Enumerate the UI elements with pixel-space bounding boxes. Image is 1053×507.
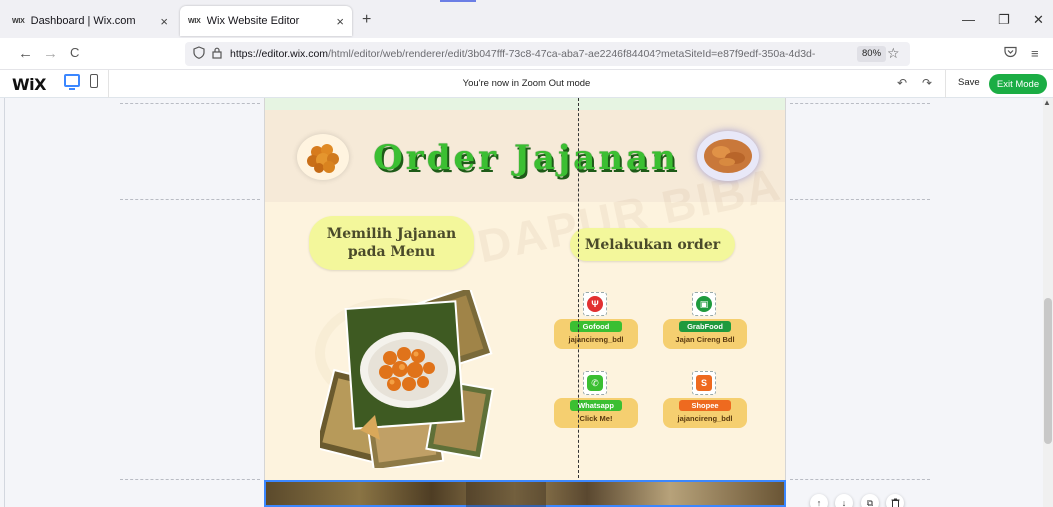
center-alignment-guide — [578, 98, 579, 478]
move-down-button[interactable]: ↓ — [835, 494, 853, 507]
food-photo-collage[interactable] — [320, 290, 495, 468]
tab-drag-indicator — [440, 0, 476, 2]
step-pill-place-order[interactable]: Melakukan order — [570, 228, 735, 261]
order-service-label: GrabFood — [679, 321, 731, 332]
order-service-label: Shopee — [679, 400, 731, 411]
restore-button[interactable]: ❐ — [998, 12, 1010, 28]
whatsapp-icon[interactable]: ✆ — [583, 371, 607, 395]
minimize-button[interactable]: — — [962, 12, 975, 27]
browser-tab-strip: WIX Dashboard | Wix.com × WIX Wix Websit… — [0, 0, 1053, 38]
zoom-out-mode-notice: You're now in Zoom Out mode — [462, 78, 591, 89]
order-card-shopee[interactable]: Shopee jajancireng_bdl — [663, 398, 747, 428]
section-guide-line — [120, 479, 260, 480]
url-host: https://editor.wix.com — [230, 48, 329, 60]
duplicate-icon[interactable]: ⧉ — [861, 494, 879, 507]
redo-icon[interactable]: ↷ — [922, 76, 932, 90]
section-guide-line — [790, 479, 930, 480]
address-bar[interactable]: https://editor.wix.com/html/editor/web/r… — [185, 42, 910, 66]
tab-title: Wix Website Editor — [206, 15, 300, 27]
order-card-whatsapp[interactable]: Whatsapp Click Me! — [554, 398, 638, 428]
page-headline[interactable]: Order Jajanan — [265, 138, 785, 178]
scroll-up-arrow[interactable]: ▲ — [1043, 98, 1051, 107]
shield-icon[interactable] — [193, 46, 205, 62]
tab-wix-website-editor[interactable]: WIX Wix Website Editor × — [180, 6, 352, 36]
order-handle: Click Me! — [579, 414, 613, 423]
zoom-level-badge[interactable]: 80% — [857, 46, 887, 62]
section-guide-line — [120, 103, 260, 104]
tab-wix-dashboard[interactable]: WIX Dashboard | Wix.com × — [4, 6, 176, 36]
wix-favicon: WIX — [188, 17, 201, 25]
forward-button[interactable]: → — [43, 45, 58, 62]
divider — [945, 70, 946, 98]
section-guide-line — [790, 199, 930, 200]
hamburger-menu-icon[interactable]: ≡ — [1031, 46, 1039, 61]
close-tab-icon[interactable]: × — [160, 14, 168, 29]
top-strip — [265, 98, 785, 110]
order-handle: jajancireng_bdl — [677, 414, 733, 423]
pocket-icon[interactable] — [1004, 46, 1017, 61]
shopee-bag-icon[interactable]: S — [692, 371, 716, 395]
section-image-shade — [466, 482, 546, 507]
close-window-button[interactable]: ✕ — [1033, 12, 1044, 28]
reload-button[interactable]: C — [70, 45, 79, 60]
url-text[interactable]: https://editor.wix.com/html/editor/web/r… — [230, 48, 845, 60]
order-handle: jajancireng_bdl — [568, 335, 624, 344]
bookmark-star-icon[interactable]: ☆ — [887, 45, 900, 62]
section-guide-line — [790, 103, 930, 104]
wix-editor-top-bar: WiX You're now in Zoom Out mode ↶ ↷ Save… — [0, 70, 1053, 98]
tab-title: Dashboard | Wix.com — [30, 15, 136, 27]
close-tab-icon[interactable]: × — [336, 14, 344, 29]
undo-icon[interactable]: ↶ — [897, 76, 907, 90]
wix-favicon: WIX — [12, 17, 25, 25]
editor-canvas[interactable]: DAPUR BIBA Order Jajanan Memilih Jajanan… — [0, 98, 1053, 507]
new-tab-button[interactable]: + — [362, 11, 371, 29]
back-button[interactable]: ← — [18, 45, 33, 62]
order-handle: Jajan Cireng Bdl — [675, 335, 735, 344]
lock-icon[interactable] — [212, 47, 222, 62]
vertical-scrollbar-thumb[interactable] — [1044, 298, 1052, 444]
browser-nav-bar: ← → C https://editor.wix.com/html/editor… — [0, 38, 1053, 70]
order-card-gofood[interactable]: Gofood jajancireng_bdl — [554, 319, 638, 349]
delete-icon[interactable] — [886, 494, 904, 507]
section-guide-line — [120, 199, 260, 200]
exit-mode-button[interactable]: Exit Mode — [989, 74, 1047, 94]
selected-next-section[interactable] — [264, 480, 786, 507]
site-page[interactable]: DAPUR BIBA Order Jajanan Memilih Jajanan… — [264, 98, 786, 507]
save-button[interactable]: Save — [958, 77, 980, 88]
move-up-button[interactable]: ↑ — [810, 494, 828, 507]
order-card-grabfood[interactable]: GrabFood Jajan Cireng Bdl — [663, 319, 747, 349]
step-pill-choose-menu[interactable]: Memilih Jajanan pada Menu — [309, 216, 474, 270]
grabfood-icon[interactable]: ▣ — [692, 292, 716, 316]
canvas-edge-line — [4, 98, 5, 507]
url-path: /html/editor/web/renderer/edit/3b047fff-… — [328, 48, 816, 60]
fork-knife-icon[interactable]: Ψ — [583, 292, 607, 316]
